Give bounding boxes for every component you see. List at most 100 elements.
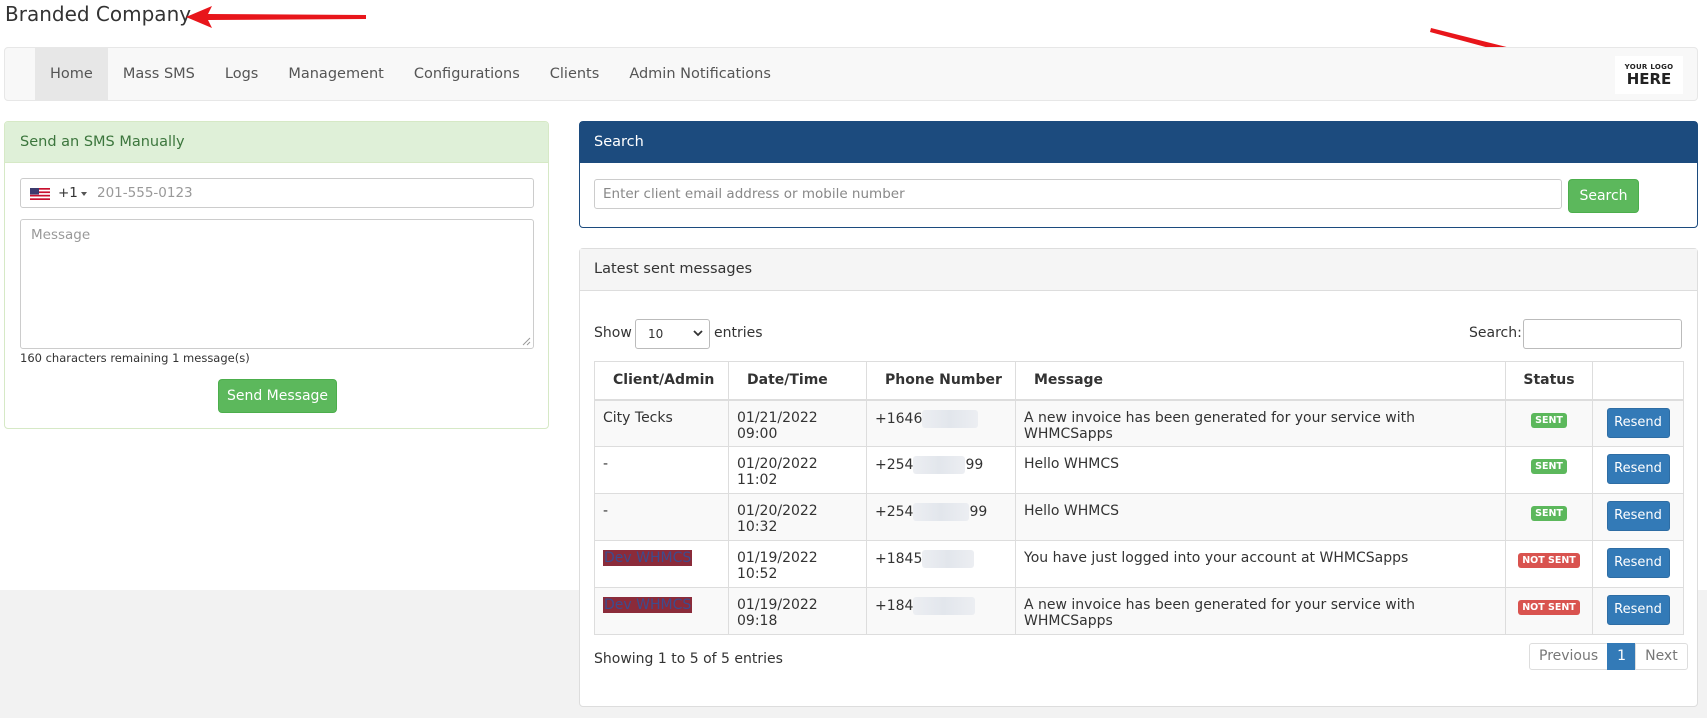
latest-messages-title: Latest sent messages: [580, 249, 1697, 291]
phone-placeholder: 201-555-0123: [97, 185, 193, 201]
search-button[interactable]: Search: [1568, 179, 1639, 213]
row-message: You have just logged into your account a…: [1015, 540, 1506, 588]
search-panel: Search Enter client email address or mob…: [579, 121, 1698, 228]
status-badge: NOT SENT: [1518, 553, 1580, 568]
row-phone: +254 99: [866, 446, 1016, 494]
company-logo: YOUR LOGO HERE: [1615, 56, 1683, 94]
table-row: - 01/20/2022 11:02 +254 99 Hello WHMCS SE…: [594, 446, 1684, 494]
character-counter: 160 characters remaining 1 message(s): [20, 351, 250, 365]
status-badge: SENT: [1531, 459, 1567, 474]
table-search-label: Search:: [1469, 325, 1522, 341]
pagination-page-1[interactable]: 1: [1607, 643, 1637, 670]
row-action: Resend: [1592, 587, 1684, 635]
row-client: Dev WHMCS: [594, 587, 729, 635]
entries-label: entries: [714, 325, 763, 341]
phone-number-input[interactable]: +1 201-555-0123: [20, 178, 534, 208]
row-datetime: 01/20/2022 11:02: [728, 446, 867, 494]
phone-prefix: +1646: [875, 410, 923, 427]
message-textarea[interactable]: Message: [20, 219, 534, 349]
table-row: City Tecks 01/21/2022 09:00 +1646 A new …: [594, 399, 1684, 447]
nav-item-home[interactable]: Home: [35, 48, 108, 100]
row-client: City Tecks: [594, 399, 729, 447]
row-action: Resend: [1592, 540, 1684, 588]
table-row: Dev WHMCS 01/19/2022 09:18 +184 A new in…: [594, 587, 1684, 635]
phone-prefix: +254: [875, 457, 914, 473]
nav-list: Home Mass SMS Logs Management Configurat…: [35, 48, 786, 100]
phone-prefix: +184: [875, 598, 914, 614]
phone-prefix: +254: [875, 504, 914, 520]
status-badge: SENT: [1531, 412, 1567, 428]
row-client: -: [594, 493, 729, 541]
client-name-highlight[interactable]: Dev WHMCS: [603, 597, 693, 613]
resend-button[interactable]: Resend: [1606, 548, 1670, 578]
row-message: Hello WHMCS: [1015, 446, 1506, 494]
resend-button[interactable]: Resend: [1606, 595, 1670, 625]
row-status: NOT SENT: [1505, 540, 1593, 588]
row-phone: +1646: [866, 399, 1016, 447]
column-header-client[interactable]: Client/Admin: [594, 361, 729, 401]
column-header-phone[interactable]: Phone Number: [866, 361, 1016, 401]
resend-button[interactable]: Resend: [1606, 454, 1670, 484]
client-name-highlight[interactable]: Dev WHMCS: [603, 550, 693, 566]
main-navbar: Home Mass SMS Logs Management Configurat…: [4, 47, 1698, 101]
table-search-input[interactable]: [1523, 319, 1682, 349]
phone-prefix: +1845: [875, 551, 923, 567]
row-status: SENT: [1505, 399, 1593, 447]
search-panel-title: Search: [580, 122, 1697, 163]
nav-item-admin-notifications[interactable]: Admin Notifications: [614, 48, 786, 100]
nav-item-logs[interactable]: Logs: [210, 48, 273, 100]
message-count: 1: [172, 351, 180, 365]
row-phone: +254 99: [866, 493, 1016, 541]
messages-table-wrap: Client/Admin Date/Time Phone Number Mess…: [594, 361, 1684, 635]
redacted-phone-blur: [922, 550, 975, 568]
nav-item-configurations[interactable]: Configurations: [399, 48, 535, 100]
send-message-button[interactable]: Send Message: [218, 379, 337, 413]
nav-item-clients[interactable]: Clients: [535, 48, 615, 100]
pagination: Previous 1 Next: [1529, 643, 1688, 670]
pagination-previous[interactable]: Previous: [1529, 643, 1609, 670]
page-length-select[interactable]: 10: [635, 319, 710, 349]
message-placeholder: Message: [31, 227, 91, 243]
resize-grip-icon[interactable]: [521, 336, 531, 346]
column-header-message[interactable]: Message: [1015, 361, 1506, 401]
row-status: SENT: [1505, 493, 1593, 541]
chars-remaining-label: characters remaining: [45, 351, 169, 365]
country-dropdown-chevron-icon[interactable]: [81, 192, 87, 196]
column-header-action: [1592, 361, 1684, 401]
resend-button[interactable]: Resend: [1606, 501, 1670, 531]
status-badge: NOT SENT: [1518, 600, 1580, 615]
column-header-status[interactable]: Status: [1505, 361, 1593, 401]
row-datetime: 01/19/2022 10:52: [728, 540, 867, 588]
row-message: Hello WHMCS: [1015, 493, 1506, 541]
table-row: - 01/20/2022 10:32 +254 99 Hello WHMCS SE…: [594, 493, 1684, 541]
phone-suffix: 99: [969, 504, 988, 520]
row-client: Dev WHMCS: [594, 540, 729, 588]
show-label: Show: [594, 325, 632, 341]
column-header-datetime[interactable]: Date/Time: [728, 361, 867, 401]
resend-button[interactable]: Resend: [1606, 407, 1670, 438]
redacted-phone-blur: [922, 409, 979, 428]
country-code[interactable]: +1: [58, 185, 78, 201]
logo-text-big: HERE: [1626, 70, 1672, 88]
message-count-label: message(s): [183, 351, 250, 365]
nav-item-management[interactable]: Management: [273, 48, 399, 100]
nav-item-mass-sms[interactable]: Mass SMS: [108, 48, 210, 100]
table-header-row: Client/Admin Date/Time Phone Number Mess…: [594, 361, 1684, 401]
row-phone: +1845: [866, 540, 1016, 588]
row-datetime: 01/21/2022 09:00: [728, 399, 867, 447]
us-flag-icon[interactable]: [30, 188, 50, 200]
row-phone: +184: [866, 587, 1016, 635]
row-status: NOT SENT: [1505, 587, 1593, 635]
client-search-input[interactable]: Enter client email address or mobile num…: [594, 179, 1562, 209]
annotation-arrow-left-icon: [186, 6, 366, 28]
table-row: Dev WHMCS 01/19/2022 10:52 +1845 You hav…: [594, 540, 1684, 588]
send-sms-panel-title: Send an SMS Manually: [5, 122, 548, 163]
row-action: Resend: [1592, 446, 1684, 494]
pagination-next[interactable]: Next: [1635, 643, 1688, 670]
send-sms-panel: Send an SMS Manually +1 201-555-0123 Mes…: [4, 121, 549, 429]
row-action: Resend: [1592, 493, 1684, 541]
company-name: Branded Company: [5, 2, 192, 26]
redacted-phone-blur: [913, 503, 970, 521]
row-status: SENT: [1505, 446, 1593, 494]
row-datetime: 01/19/2022 09:18: [728, 587, 867, 635]
